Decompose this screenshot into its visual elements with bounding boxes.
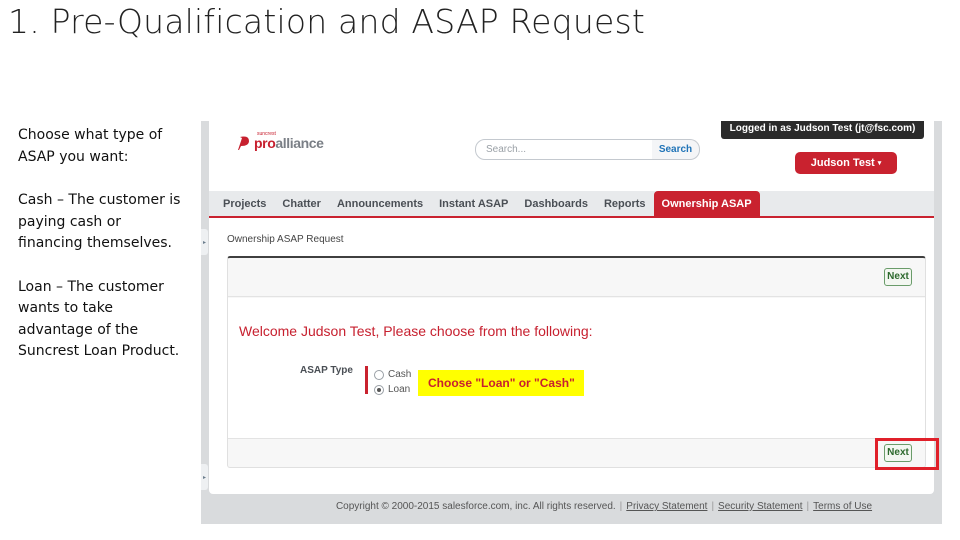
copyright-text: Copyright © 2000-2015 salesforce.com, in… [335, 501, 616, 512]
main-tab-bar: Projects Chatter Announcements Instant A… [209, 191, 934, 218]
tab-ownership-asap[interactable]: Ownership ASAP [653, 191, 760, 216]
security-statement-link[interactable]: Security Statement [718, 501, 802, 512]
footer-separator: | [711, 501, 715, 512]
loan-radio[interactable] [374, 384, 384, 395]
form-body: Welcome Judson Test, Please choose from … [228, 298, 925, 438]
logo-tagline: suncrest [257, 131, 276, 137]
tab-instant-asap[interactable]: Instant ASAP [431, 191, 516, 216]
tab-announcements[interactable]: Announcements [329, 191, 431, 216]
app-screenshot: ▸ ▸ suncrest proalliance Search... Searc… [201, 121, 942, 524]
logo-pro: pro [254, 135, 276, 151]
app-window: suncrest proalliance Search... Search Lo… [209, 121, 939, 494]
privacy-statement-link[interactable]: Privacy Statement [626, 501, 707, 512]
asap-request-form: Welcome Judson Test, Please choose from … [227, 256, 939, 470]
note-cash: Cash – The customer is paying cash or fi… [18, 192, 181, 251]
next-highlight-box [875, 438, 939, 470]
footer-separator: | [619, 501, 623, 512]
chevron-down-icon: ▾ [877, 160, 882, 167]
logged-in-banner: Logged in as Judson Test (jt@fsc.com) [721, 121, 924, 139]
asap-type-label: ASAP Type [300, 365, 353, 376]
tab-dashboards[interactable]: Dashboards [516, 191, 596, 216]
user-menu-button[interactable]: Judson Test ▾ [795, 152, 897, 174]
required-indicator [365, 366, 368, 394]
user-menu-label: Judson Test [810, 157, 875, 169]
logo-alliance: alliance [275, 135, 324, 151]
loan-option-label[interactable]: Loan [388, 384, 410, 395]
sidebar-toggle-handle[interactable]: ▸ [201, 229, 208, 255]
option-cash[interactable]: Cash [374, 369, 411, 380]
next-button-top[interactable]: Next [884, 268, 912, 286]
proalliance-logo[interactable]: suncrest proalliance [237, 131, 324, 151]
page-title: Ownership ASAP Request [227, 234, 344, 245]
cash-radio[interactable] [374, 369, 384, 380]
note-loan: Loan – The customer wants to take advant… [18, 278, 180, 360]
tab-projects[interactable]: Projects [215, 191, 274, 216]
note-intro: Choose what type of ASAP you want: [18, 127, 163, 165]
form-footer-band [228, 438, 925, 468]
search-button[interactable]: Search [652, 139, 700, 160]
terms-of-use-link[interactable]: Terms of Use [813, 501, 872, 512]
form-header-band [228, 258, 925, 297]
logo-wordmark: proalliance [254, 135, 324, 151]
cash-option-label[interactable]: Cash [388, 369, 411, 380]
footer-separator: | [806, 501, 810, 512]
option-loan[interactable]: Loan [374, 384, 410, 395]
proalliance-logo-icon [238, 136, 249, 150]
slide-notes: Choose what type of ASAP you want: Cash … [18, 125, 188, 385]
tab-reports[interactable]: Reports [596, 191, 654, 216]
search-input[interactable]: Search... [475, 139, 653, 160]
sidebar-toggle-handle[interactable]: ▸ [201, 464, 208, 490]
instruction-callout: Choose "Loan" or "Cash" [418, 370, 584, 396]
page-footer: Copyright © 2000-2015 salesforce.com, in… [201, 501, 942, 512]
tab-chatter[interactable]: Chatter [274, 191, 329, 216]
slide-title: 1. Pre-Qualification and ASAP Request [8, 2, 645, 41]
welcome-message: Welcome Judson Test, Please choose from … [239, 323, 593, 339]
